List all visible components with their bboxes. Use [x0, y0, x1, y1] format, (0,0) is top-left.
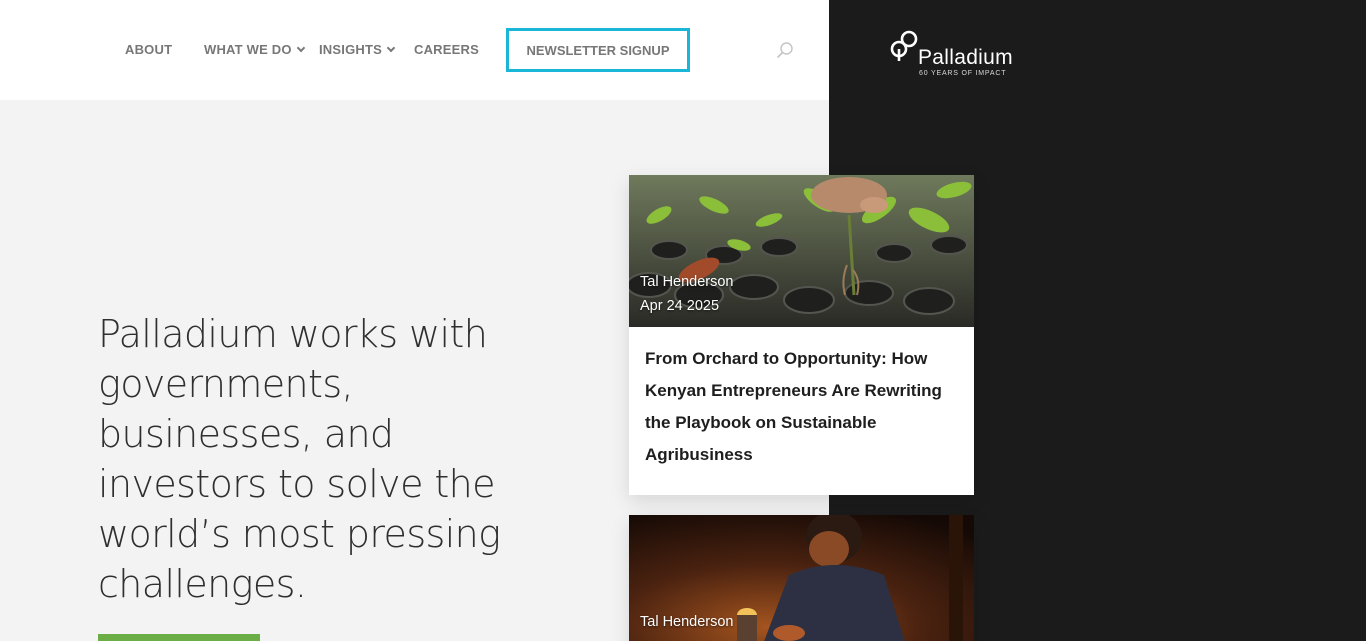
- newsletter-signup-button[interactable]: NEWSLETTER SIGNUP: [506, 28, 690, 72]
- card-author: Tal Henderson: [640, 614, 734, 630]
- hero-statement: Palladium works with governments, busine…: [98, 312, 501, 606]
- nav-about[interactable]: ABOUT: [125, 42, 172, 57]
- insight-card[interactable]: Tal Henderson Apr 24 2025 From Orchard t…: [629, 175, 974, 495]
- logo-wordmark: Palladium: [918, 46, 1013, 69]
- seedlings-photo: Tal Henderson Apr 24 2025: [629, 175, 974, 327]
- nav-what-we-do[interactable]: WHAT WE DO: [204, 42, 305, 57]
- chevron-down-icon: [386, 43, 396, 52]
- palladium-logo[interactable]: Palladium 60 YEARS OF IMPACT: [886, 28, 1016, 80]
- chevron-down-icon: [296, 43, 305, 52]
- insight-card[interactable]: Tal Henderson: [629, 515, 974, 641]
- logo-tagline: 60 YEARS OF IMPACT: [919, 70, 1007, 77]
- nav-insights-label: INSIGHTS: [319, 42, 382, 57]
- child-with-lantern-photo: Tal Henderson: [629, 515, 974, 641]
- nav-careers-label: CAREERS: [414, 42, 479, 57]
- search-icon[interactable]: [776, 41, 794, 59]
- palladium-logo-mark-icon: [890, 30, 918, 61]
- nav-insights[interactable]: INSIGHTS: [319, 42, 396, 57]
- card-meta: Tal Henderson: [640, 610, 734, 634]
- nav-what-we-do-label: WHAT WE DO: [204, 42, 292, 57]
- nav-about-label: ABOUT: [125, 42, 173, 57]
- card-author: Tal Henderson: [640, 274, 734, 290]
- card-title-link[interactable]: From Orchard to Opportunity: How Kenyan …: [645, 343, 945, 471]
- newsletter-signup-label: NEWSLETTER SIGNUP: [526, 42, 670, 58]
- card-date: Apr 24 2025: [640, 298, 720, 314]
- hero-cta-button[interactable]: [98, 634, 260, 641]
- card-meta: Tal Henderson Apr 24 2025: [640, 270, 734, 318]
- nav-careers[interactable]: CAREERS: [414, 42, 479, 57]
